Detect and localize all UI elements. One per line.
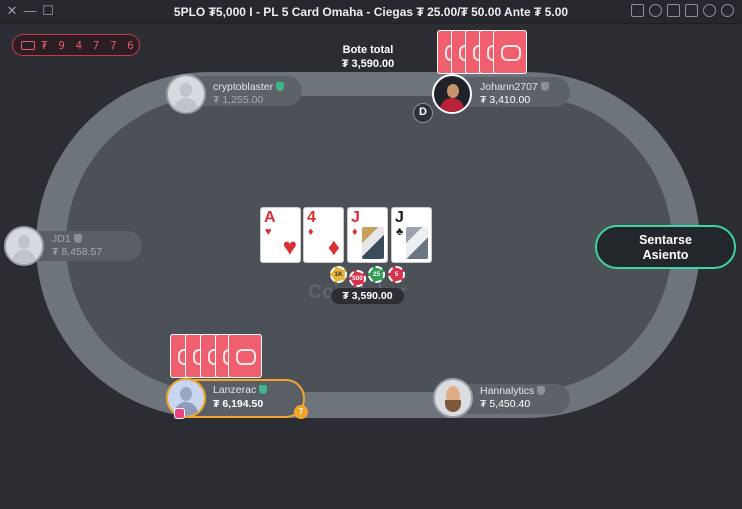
board-card-2: 4 ♦ ♦ bbox=[303, 207, 344, 263]
shield-icon bbox=[540, 82, 549, 91]
chat-icon[interactable] bbox=[685, 4, 698, 17]
add-table-icon[interactable] bbox=[667, 4, 680, 17]
chip-25: 25 bbox=[368, 266, 385, 283]
avatar bbox=[433, 378, 473, 418]
pot-total-value: ₮ 3,590.00 bbox=[341, 58, 395, 70]
player-name: Johann2707 bbox=[480, 81, 549, 93]
sit-down-button[interactable]: Sentarse Asiento bbox=[595, 225, 736, 269]
shield-icon bbox=[537, 386, 546, 395]
status-badge bbox=[174, 408, 185, 419]
verified-shield-icon bbox=[276, 82, 285, 91]
board-card-1: A ♥ ♥ bbox=[260, 207, 301, 263]
settings-icon[interactable] bbox=[721, 4, 734, 17]
wallet-icon bbox=[21, 40, 35, 50]
shield-icon bbox=[73, 234, 82, 243]
balance-pill[interactable]: ₮ 9 4 7 7 6 bbox=[12, 34, 140, 56]
avatar bbox=[166, 378, 206, 418]
player-stack: ₮ 6,194.50 bbox=[213, 398, 264, 410]
pot-label: Bote total bbox=[342, 44, 394, 56]
board-card-4: J ♣ bbox=[391, 207, 432, 263]
link-icon[interactable] bbox=[703, 4, 716, 17]
avatar bbox=[432, 74, 472, 114]
player-stack: ₮ 8,458.57 bbox=[52, 246, 103, 258]
player-name: Lanzerac bbox=[213, 384, 268, 396]
balance-value: ₮ 9 4 7 7 6 bbox=[41, 38, 136, 52]
jack-face-image bbox=[362, 227, 384, 259]
pot-total: Bote total ₮ 3,590.00 bbox=[318, 43, 418, 71]
player-name: JD1 bbox=[52, 233, 82, 245]
chip-5: 5 bbox=[388, 266, 405, 283]
chip-500: 500 bbox=[349, 270, 366, 287]
player-name: Hannalytics bbox=[480, 385, 546, 397]
layout-icon[interactable] bbox=[631, 4, 644, 17]
dealer-button: D bbox=[413, 103, 433, 123]
avatar bbox=[166, 74, 206, 114]
pot-center-value: ₮ 3,590.00 bbox=[331, 288, 404, 304]
player-stack: ₮ 3,410.00 bbox=[480, 94, 531, 106]
player-name: cryptoblaster bbox=[213, 81, 285, 93]
window-titlebar: ✕ — ☐ 5PLO ₮5,000 I - PL 5 Card Omaha - … bbox=[0, 0, 742, 24]
turn-timer-badge: 7 bbox=[294, 405, 308, 419]
card-back bbox=[228, 334, 262, 378]
chip-1k: 1K bbox=[330, 266, 347, 283]
verified-shield-icon bbox=[259, 385, 268, 394]
player-stack: ₮ 5,450.40 bbox=[480, 398, 531, 410]
toolbar-icons bbox=[631, 4, 734, 17]
player-stack: ₮ 1,255.00 bbox=[213, 94, 264, 106]
avatar bbox=[4, 226, 44, 266]
board-card-3: J ♦ bbox=[347, 207, 388, 263]
jack-face-image bbox=[406, 227, 428, 259]
card-back bbox=[493, 30, 527, 74]
history-icon[interactable] bbox=[649, 4, 662, 17]
